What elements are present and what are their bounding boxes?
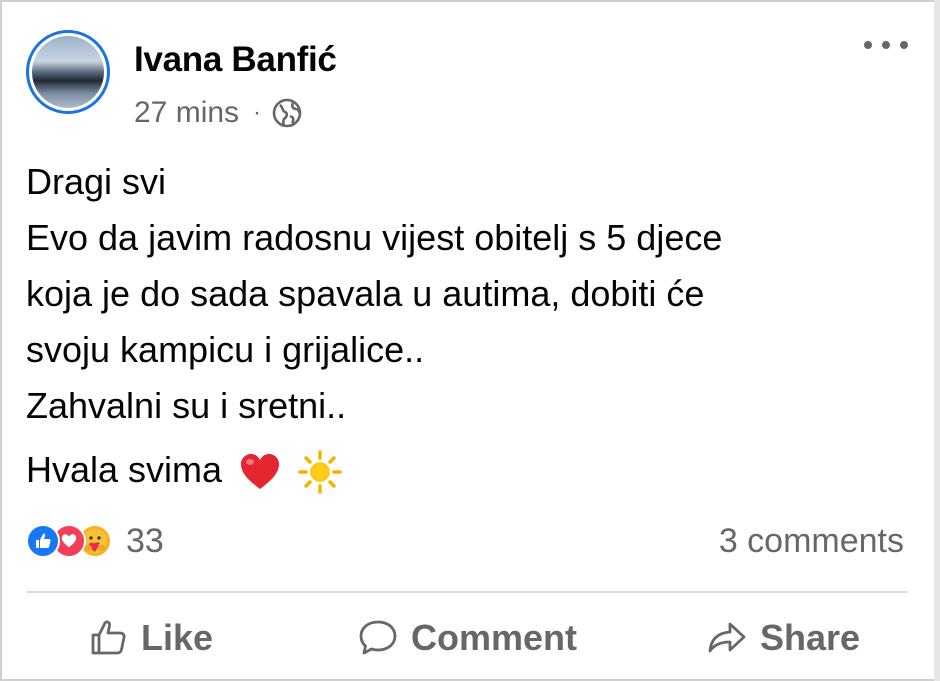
sun-icon [298,450,342,495]
thumbs-up-icon [91,620,126,655]
comments-count-link[interactable]: 3 comments [719,522,904,561]
red-heart-icon [241,454,280,490]
share-button[interactable]: Share [658,603,908,673]
avatar-photo [32,36,104,108]
share-arrow-icon [708,622,746,653]
post-body: Dragi svi Evo da javim radosnu vijest ob… [26,154,906,498]
screen-edge [934,0,940,681]
like-reaction-icon [26,524,60,558]
avatar[interactable] [26,30,110,114]
divider [26,591,908,593]
more-dot [882,41,890,49]
like-label: Like [140,617,214,658]
author-name[interactable]: Ivana Banfić [134,40,337,80]
more-options-icon[interactable] [864,32,908,58]
post-header: Ivana Banfić 27 mins · [26,26,910,136]
post-time[interactable]: 27 mins [134,96,239,130]
share-label: Share [759,617,861,658]
post-closing-line: Hvala svima [26,442,906,498]
reaction-count: 33 [126,521,164,560]
post-closing-text: Hvala svima [26,449,223,490]
post-line: Evo da javim radosnu vijest obitelj s 5 … [26,217,723,258]
post-line: svoju kampicu i grijalice.. [26,329,425,370]
post-line: koja je do sada spavala u autima, dobiti… [26,273,705,314]
post-line: Zahvalni su i sretni.. [26,385,347,426]
comment-bubble-icon [359,620,397,655]
post-line: Dragi svi [26,161,167,202]
post-meta: 27 mins · [134,96,303,130]
meta-separator: · [253,99,262,126]
action-bar: Like Comment Share [26,600,908,676]
like-button[interactable]: Like [26,603,276,673]
more-dot [864,41,872,49]
more-dot [900,41,908,49]
comment-label: Comment [410,617,577,658]
comment-button[interactable]: Comment [302,603,632,673]
globe-icon[interactable] [271,97,303,129]
reaction-summary[interactable]: 33 [26,519,164,563]
